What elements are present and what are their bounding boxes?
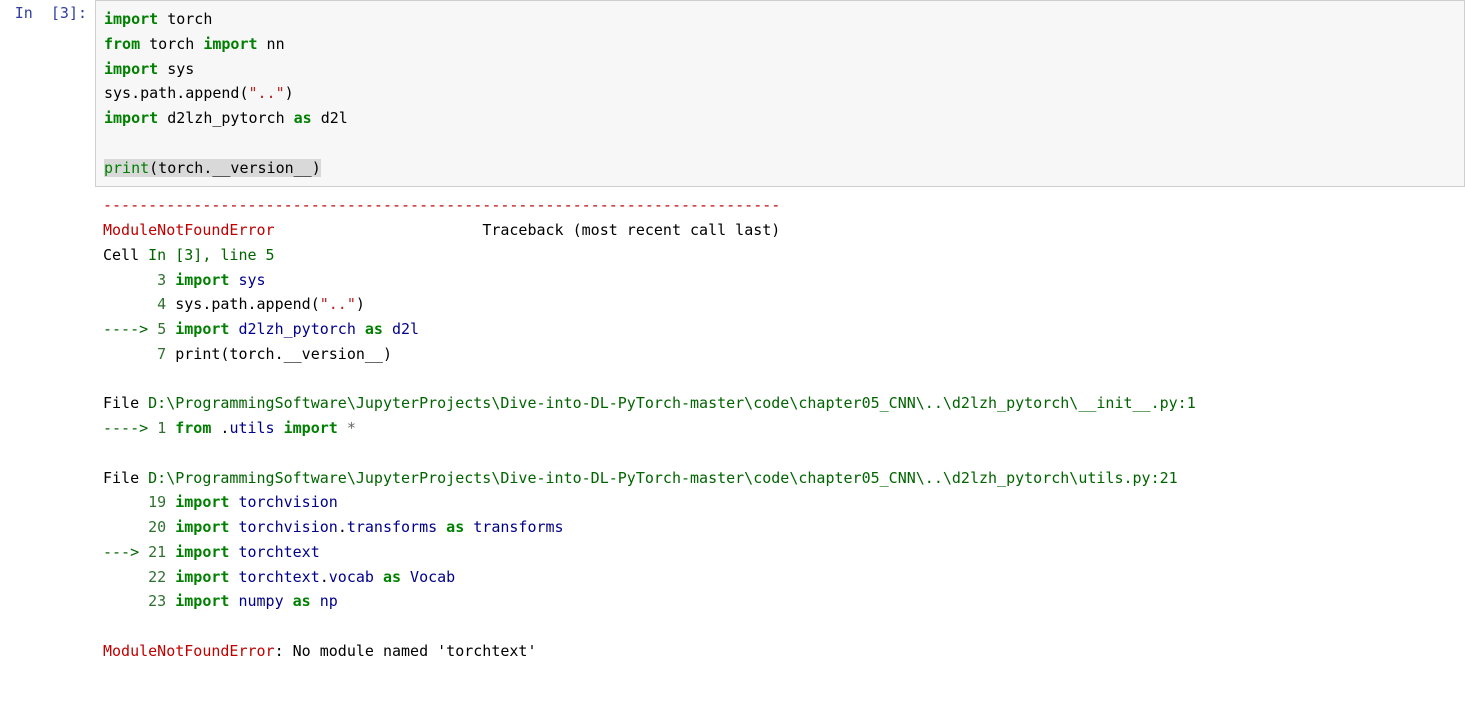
traceback-current-line: ----> 5 import d2lzh_pytorch as d2l <box>103 317 1457 342</box>
error-class-name: ModuleNotFoundError <box>103 221 275 239</box>
error-class-name: ModuleNotFoundError <box>103 642 275 660</box>
prompt-execution-count: 3 <box>60 4 69 22</box>
traceback-line: 22 import torchtext.vocab as Vocab <box>103 565 1457 590</box>
code-line[interactable]: sys.path.append("..") <box>104 81 1456 106</box>
error-message: No module named 'torchtext' <box>293 642 537 660</box>
traceback-separator: ----------------------------------------… <box>103 196 780 214</box>
traceback-current-line: ----> 1 from .utils import * <box>103 416 1457 441</box>
prompt-in-label: In <box>15 4 33 22</box>
traceback-header: ModuleNotFoundError Traceback (most rece… <box>103 218 1457 243</box>
traceback-arrow-icon: ---> <box>103 543 148 561</box>
traceback-line: 4 sys.path.append("..") <box>103 292 1457 317</box>
code-line[interactable]: from torch import nn <box>104 32 1456 57</box>
error-output-area[interactable]: ----------------------------------------… <box>95 187 1465 687</box>
output-cell: ----------------------------------------… <box>0 187 1465 687</box>
traceback-arrow-icon: ----> <box>103 320 157 338</box>
blank-line <box>103 367 1457 392</box>
traceback-file-ref: File D:\ProgrammingSoftware\JupyterProje… <box>103 391 1457 416</box>
traceback-cell-ref: Cell In [3], line 5 <box>103 243 1457 268</box>
code-line[interactable]: import d2lzh_pytorch as d2l <box>104 106 1456 131</box>
traceback-file-ref: File D:\ProgrammingSoftware\JupyterProje… <box>103 466 1457 491</box>
traceback-line: 3 import sys <box>103 268 1457 293</box>
traceback-line: 20 import torchvision.transforms as tran… <box>103 515 1457 540</box>
error-summary: ModuleNotFoundError: No module named 'to… <box>103 639 1457 664</box>
traceback-label: Traceback (most recent call last) <box>482 221 780 239</box>
code-input-area[interactable]: import torch from torch import nn import… <box>95 0 1465 187</box>
input-prompt: In [3]: <box>0 0 95 187</box>
code-line[interactable]: import torch <box>104 7 1456 32</box>
code-blank-line[interactable] <box>104 131 1456 156</box>
traceback-line: 7 print(torch.__version__) <box>103 342 1457 367</box>
blank-line <box>103 614 1457 639</box>
blank-line <box>103 441 1457 466</box>
traceback-line: 19 import torchvision <box>103 490 1457 515</box>
code-line[interactable]: print(torch.__version__) <box>104 156 1456 181</box>
code-cell: In [3]: import torch from torch import n… <box>0 0 1465 187</box>
traceback-line: 23 import numpy as np <box>103 589 1457 614</box>
traceback-current-line: ---> 21 import torchtext <box>103 540 1457 565</box>
code-line[interactable]: import sys <box>104 57 1456 82</box>
output-prompt-spacer <box>0 187 95 687</box>
traceback-arrow-icon: ----> <box>103 419 157 437</box>
